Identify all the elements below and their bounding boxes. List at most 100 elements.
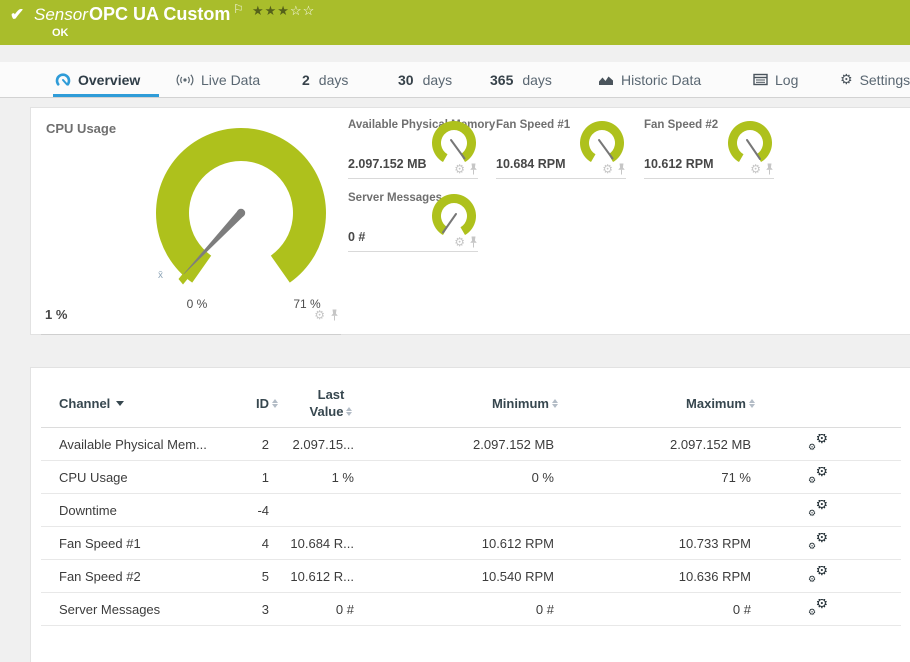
pin-icon[interactable] [469, 163, 478, 175]
gauge-settings-gear-icon[interactable]: ⚙ [314, 309, 325, 321]
gauge-settings-gear-icon[interactable]: ⚙ [454, 236, 465, 248]
tab-live-data[interactable]: Live Data [176, 62, 260, 97]
tab-label: Overview [78, 71, 141, 88]
gauge-title: Fan Speed #1 [496, 119, 571, 131]
pin-icon[interactable] [330, 309, 339, 321]
active-tab-indicator [53, 94, 159, 97]
gauge-settings-gear-icon[interactable]: ⚙ [602, 163, 613, 175]
channel-settings-icon[interactable]: ⚙ ⚙ [808, 566, 828, 585]
channel-minimum: 0 % [531, 469, 554, 485]
log-list-icon [753, 73, 768, 86]
gauge-needle [598, 139, 614, 160]
channel-last-value: 2.097.15... [292, 436, 354, 452]
channel-last-value: 10.684 R... [290, 535, 354, 551]
table-row: CPU Usage 1 1 % 0 % 71 % ⚙ ⚙ [41, 461, 901, 494]
fan-speed-2-gauge-block: Fan Speed #2 10.612 RPM ⚙ [644, 113, 774, 179]
channel-minimum: 10.540 RPM [481, 568, 554, 584]
channels-table-panel: Channel ID Last Value Minimum Maximum Av… [30, 367, 910, 662]
gauge-needle [746, 139, 761, 160]
pin-icon[interactable] [617, 163, 626, 175]
gauge-current-value: 10.684 RPM [496, 157, 566, 171]
pin-icon[interactable] [765, 163, 774, 175]
gauge-title: Fan Speed #2 [644, 119, 719, 131]
gauge-needle [450, 139, 466, 160]
sort-desc-icon [116, 401, 125, 406]
cpu-usage-gauge [156, 128, 326, 295]
gauge-settings-gear-icon[interactable]: ⚙ [750, 163, 761, 175]
tab-label: Settings [859, 71, 910, 88]
channel-maximum: 10.733 RPM [678, 535, 751, 551]
server-messages-gauge-block: Server Messages 0 # ⚙ [348, 186, 478, 252]
channel-settings-icon[interactable]: ⚙ ⚙ [808, 500, 828, 519]
channel-minimum: 0 # [535, 601, 554, 617]
cpu-usage-gauge-block: CPU Usage x̄ 0 % 71 % 1 % ⚙ [41, 113, 341, 335]
channel-id: 1 [261, 469, 269, 485]
sort-icon [749, 399, 755, 408]
channel-name: Server Messages [59, 601, 161, 617]
gauge-settings-gear-icon[interactable]: ⚙ [454, 163, 465, 175]
channel-name: Downtime [59, 502, 117, 518]
tab-30-days[interactable]: 30 days [398, 62, 452, 97]
channel-maximum: 71 % [721, 469, 751, 485]
gauge-current-value: 2.097.152 MB [348, 157, 427, 171]
tab-365-days[interactable]: 365 days [490, 62, 552, 97]
tab-overview[interactable]: Overview [55, 62, 140, 97]
tab-historic-data[interactable]: Historic Data [598, 62, 701, 97]
gauge-current-value: 10.612 RPM [644, 157, 714, 171]
channel-settings-icon[interactable]: ⚙ ⚙ [808, 599, 828, 618]
tab-label: days [318, 71, 349, 88]
column-header-last-value[interactable]: Last Value [286, 387, 376, 420]
table-header-row: Channel ID Last Value Minimum Maximum [41, 380, 901, 428]
mean-marker-label: x̄ [158, 270, 163, 281]
tab-label: Log [775, 71, 799, 88]
channel-id: 3 [261, 601, 269, 617]
channel-settings-icon[interactable]: ⚙ ⚙ [808, 434, 828, 453]
live-data-icon [176, 73, 194, 87]
channel-id: 4 [261, 535, 269, 551]
historic-chart-icon [598, 73, 614, 87]
channel-maximum: 10.636 RPM [678, 568, 751, 584]
channel-name: Fan Speed #1 [59, 535, 141, 551]
gauge-scale-min: 0 % [186, 297, 208, 311]
table-row: Server Messages 3 0 # 0 # 0 # ⚙ ⚙ [41, 593, 901, 626]
tab-label: days [422, 71, 453, 88]
channel-last-value: 0 # [335, 601, 354, 617]
tab-settings[interactable]: ⚙ Settings [840, 62, 910, 97]
table-row: Fan Speed #1 4 10.684 R... 10.612 RPM 10… [41, 527, 901, 560]
sensor-header: ✔ Sensor OPC UA Custom ⚐ ★★★☆☆ OK [0, 0, 910, 45]
gauge-current-value: 1 % [45, 307, 68, 322]
tab-label: days [522, 71, 552, 88]
channel-settings-icon[interactable]: ⚙ ⚙ [808, 467, 828, 486]
sensor-type-label: Sensor [34, 5, 88, 24]
channel-name: Available Physical Mem... [59, 436, 207, 452]
gauges-panel: CPU Usage x̄ 0 % 71 % 1 % ⚙ Available Ph… [30, 107, 910, 335]
gauge-icon [55, 72, 71, 88]
pin-icon[interactable] [469, 236, 478, 248]
tab-bar: Overview Live Data 2 days 30 days 365 da… [0, 62, 910, 98]
column-header-id[interactable]: ID [236, 396, 286, 411]
status-ok-check-icon: ✔ [10, 5, 25, 24]
column-header-maximum[interactable]: Maximum [566, 396, 763, 411]
tab-2-days[interactable]: 2 days [302, 62, 348, 97]
priority-flag-icon[interactable]: ⚐ [233, 2, 244, 16]
channel-settings-icon[interactable]: ⚙ ⚙ [808, 533, 828, 552]
sensor-name: OPC UA Custom [89, 4, 231, 24]
sensor-status-badge: OK [52, 27, 69, 39]
gauge-title: CPU Usage [46, 121, 117, 136]
priority-stars[interactable]: ★★★☆☆ [252, 3, 315, 19]
column-header-minimum[interactable]: Minimum [376, 396, 566, 411]
channel-last-value: 10.612 R... [290, 568, 354, 584]
tab-log[interactable]: Log [753, 62, 798, 97]
column-header-channel[interactable]: Channel [41, 396, 236, 411]
table-row: Fan Speed #2 5 10.612 R... 10.540 RPM 10… [41, 560, 901, 593]
table-row: Available Physical Mem... 2 2.097.15... … [41, 428, 901, 461]
sort-icon [272, 399, 278, 408]
gauge-current-value: 0 # [348, 230, 366, 244]
channels-table: Channel ID Last Value Minimum Maximum Av… [41, 380, 901, 626]
channel-last-value: 1 % [331, 469, 354, 485]
table-row: Downtime -4 ⚙ ⚙ [41, 494, 901, 527]
channel-id: -4 [257, 502, 269, 518]
tab-label: Historic Data [621, 71, 702, 88]
channel-minimum: 10.612 RPM [481, 535, 554, 551]
sort-icon [552, 399, 558, 408]
